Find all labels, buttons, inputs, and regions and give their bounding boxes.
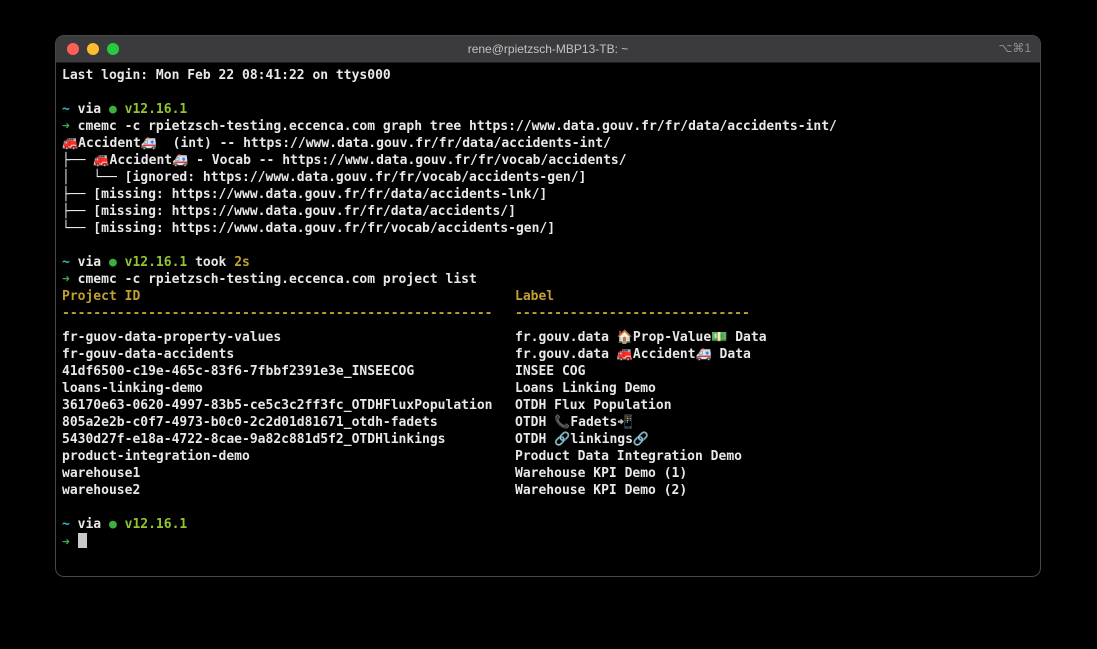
project-id-cell: product-integration-demo — [62, 448, 515, 465]
project-label-cell: ------------------------------ — [515, 306, 750, 321]
project-label-cell: Loans Linking Demo — [515, 381, 656, 396]
project-row: 5430d27f-e18a-4722-8cae-9a82c881d5f2_OTD… — [62, 431, 1034, 448]
project-id-cell: loans-linking-demo — [62, 380, 515, 397]
project-row: warehouse2Warehouse KPI Demo (2) — [62, 482, 1034, 499]
project-row: 36170e63-0620-4997-83b5-ce5c3c2ff3fc_OTD… — [62, 397, 1034, 414]
prompt-line: ~ via ● v12.16.1 — [62, 516, 1034, 533]
graph-tree-line: ├── [missing: https://www.data.gouv.fr/f… — [62, 186, 1034, 203]
close-button[interactable] — [67, 43, 79, 55]
graph-tree-line: ├── [missing: https://www.data.gouv.fr/f… — [62, 203, 1034, 220]
graph-tree-line: ├── 🚒Accident🚑 - Vocab -- https://www.da… — [62, 152, 1034, 169]
project-label-cell: Product Data Integration Demo — [515, 449, 742, 464]
project-id-cell: fr-guov-data-property-values — [62, 329, 515, 346]
last-login-line: Last login: Mon Feb 22 08:41:22 on ttys0… — [62, 67, 1034, 84]
project-id-cell: warehouse1 — [62, 465, 515, 482]
project-id-cell: Project ID — [62, 288, 515, 305]
project-row: warehouse1Warehouse KPI Demo (1) — [62, 465, 1034, 482]
zoom-button[interactable] — [107, 43, 119, 55]
window-title: rene@rpietzsch-MBP13-TB: ~ — [56, 42, 1040, 56]
traffic-lights — [67, 43, 119, 55]
prompt-line: ~ via ● v12.16.1 — [62, 101, 1034, 118]
prompt-cursor-line: ➜ — [62, 533, 1034, 550]
project-label-cell: fr.gouv.data 🚒Accident🚑 Data — [515, 347, 751, 362]
project-id-cell: 5430d27f-e18a-4722-8cae-9a82c881d5f2_OTD… — [62, 431, 515, 448]
project-label-cell: Warehouse KPI Demo (1) — [515, 466, 687, 481]
table-separator-row: ----------------------------------------… — [62, 305, 1034, 322]
project-label-cell: fr.gouv.data 🏠Prop-Value💵 Data — [515, 330, 767, 345]
project-id-cell: ----------------------------------------… — [62, 305, 515, 322]
terminal-line — [62, 499, 1034, 516]
project-label-cell: OTDH 📞Fadets📲 — [515, 415, 633, 430]
graph-tree-root: 🚒Accident🚑 (int) -- https://www.data.gou… — [62, 135, 1034, 152]
project-row: 41df6500-c19e-465c-83f6-7fbbf2391e3e_INS… — [62, 363, 1034, 380]
command-line: ➜ cmemc -c rpietzsch-testing.eccenca.com… — [62, 118, 1034, 135]
table-header-row: Project IDLabel — [62, 288, 1034, 305]
project-label-cell: OTDH 🔗linkings🔗 — [515, 432, 649, 447]
prompt-line: ~ via ● v12.16.1 took 2s — [62, 254, 1034, 271]
text-cursor — [78, 533, 87, 548]
command-line: ➜ cmemc -c rpietzsch-testing.eccenca.com… — [62, 271, 1034, 288]
terminal-line — [62, 84, 1034, 101]
project-row: fr-gouv-data-accidentsfr.gouv.data 🚒Acci… — [62, 346, 1034, 363]
window-titlebar[interactable]: rene@rpietzsch-MBP13-TB: ~ ⌥⌘1 — [56, 36, 1040, 63]
project-id-cell: 36170e63-0620-4997-83b5-ce5c3c2ff3fc_OTD… — [62, 397, 515, 414]
terminal-window: rene@rpietzsch-MBP13-TB: ~ ⌥⌘1 Last logi… — [55, 35, 1041, 577]
project-id-cell: fr-gouv-data-accidents — [62, 346, 515, 363]
project-id-cell: warehouse2 — [62, 482, 515, 499]
project-row: fr-guov-data-property-valuesfr.gouv.data… — [62, 329, 1034, 346]
project-id-cell: 41df6500-c19e-465c-83f6-7fbbf2391e3e_INS… — [62, 363, 515, 380]
project-label-cell: Label — [515, 289, 554, 304]
graph-tree-line: └── [missing: https://www.data.gouv.fr/f… — [62, 220, 1034, 237]
project-id-cell: 805a2e2b-c0f7-4973-b0c0-2c2d01d81671_otd… — [62, 414, 515, 431]
project-row: loans-linking-demoLoans Linking Demo — [62, 380, 1034, 397]
project-label-cell: Warehouse KPI Demo (2) — [515, 483, 687, 498]
project-row: 805a2e2b-c0f7-4973-b0c0-2c2d01d81671_otd… — [62, 414, 1034, 431]
graph-tree-line: │ └── [ignored: https://www.data.gouv.fr… — [62, 169, 1034, 186]
terminal-screen[interactable]: Last login: Mon Feb 22 08:41:22 on ttys0… — [56, 63, 1040, 554]
terminal-line — [62, 237, 1034, 254]
project-label-cell: OTDH Flux Population — [515, 398, 672, 413]
minimize-button[interactable] — [87, 43, 99, 55]
window-shortcut-badge: ⌥⌘1 — [998, 41, 1031, 55]
project-label-cell: INSEE COG — [515, 364, 585, 379]
project-row: product-integration-demoProduct Data Int… — [62, 448, 1034, 465]
